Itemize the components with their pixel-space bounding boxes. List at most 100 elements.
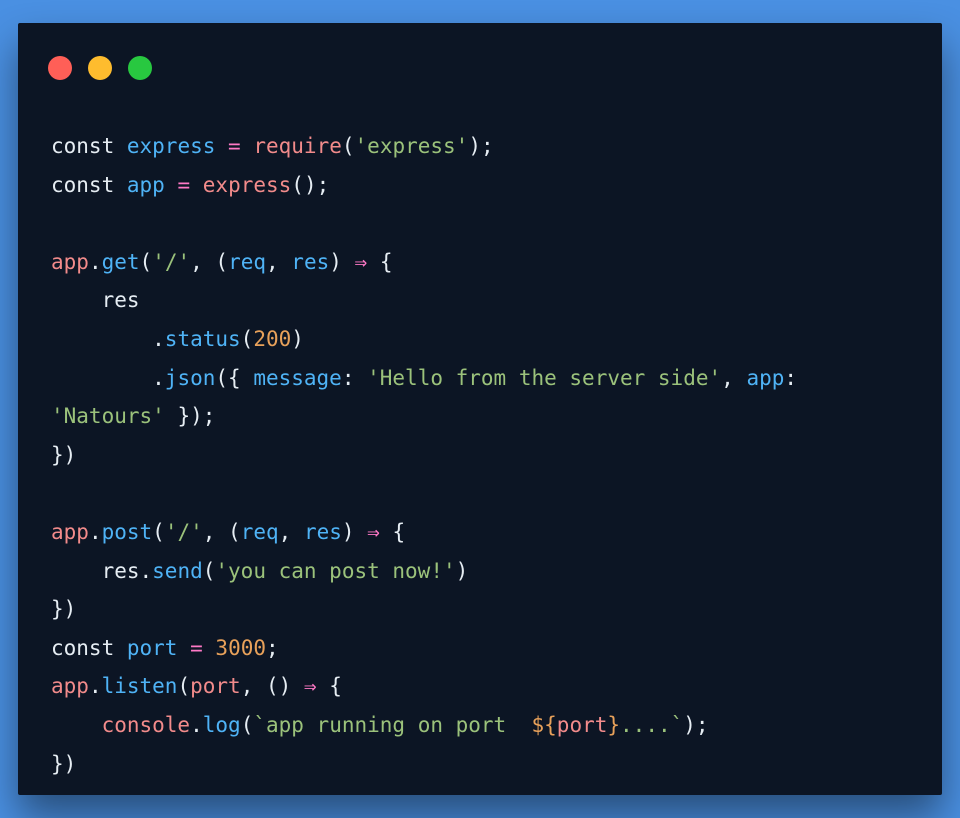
code-token: 200 [253, 326, 292, 351]
code-token: }) [51, 597, 77, 622]
code-token: express [202, 172, 292, 197]
minimize-dot-icon[interactable] [88, 56, 112, 80]
code-token: `app running on port [253, 712, 532, 737]
code-token: get [101, 249, 140, 274]
code-token: req [228, 249, 266, 274]
code-line: console.log(`app running on port ${port}… [51, 706, 797, 745]
code-token: } [607, 712, 621, 737]
code-line: .json({ message: 'Hello from the server … [51, 359, 797, 398]
code-token: app [126, 172, 165, 197]
code-token: ⇒ [367, 519, 380, 544]
code-token: message [253, 365, 342, 390]
code-token: status [164, 326, 241, 351]
code-token: port [556, 712, 608, 737]
code-token: const [51, 134, 115, 158]
code-token: ) [455, 558, 469, 583]
code-token: const [51, 635, 115, 660]
code-line: app.post('/', (req, res) ⇒ { [51, 513, 797, 552]
code-token: ) [341, 519, 368, 544]
code-token: = [177, 172, 191, 197]
code-token: 'express' [354, 134, 469, 158]
window-controls [48, 56, 152, 80]
code-token: ( [202, 558, 216, 583]
code-token: post [101, 519, 153, 544]
code-token: (); [291, 172, 330, 197]
code-token: . [51, 365, 165, 390]
code-token: { [367, 249, 393, 274]
code-token: ${ [531, 712, 557, 737]
code-token: send [152, 558, 203, 583]
code-token: port [126, 635, 178, 660]
code-window: const express = require('express'); const… [18, 23, 942, 795]
code-token: app [51, 674, 89, 699]
code-token: }) [51, 751, 77, 776]
code-token: app [51, 519, 89, 544]
code-token: express [126, 134, 216, 158]
code-token: listen [101, 674, 178, 699]
code-token: }) [51, 442, 77, 467]
code-token: }); [164, 404, 216, 429]
code-line: const app = express(); [51, 166, 797, 205]
code-token: ( [240, 712, 254, 737]
code-token: res [51, 288, 140, 313]
code-token: ( [341, 134, 355, 158]
code-token: . [190, 712, 203, 737]
code-token: ); [683, 712, 709, 737]
code-token: = [228, 134, 241, 158]
code-line: 'Natours' }); [51, 397, 797, 436]
code-token: res. [51, 558, 153, 583]
code-token: require [253, 134, 342, 158]
code-token: ); [468, 134, 494, 158]
code-token: 'you can post now!' [215, 558, 456, 583]
code-token: port [190, 674, 241, 699]
code-token: app [746, 365, 785, 390]
code-line: app.get('/', (req, res) ⇒ { [51, 243, 797, 282]
code-token: log [202, 712, 241, 737]
code-token: 'Hello from the server side' [367, 365, 722, 390]
code-token: ) [329, 249, 355, 274]
code-token: , ( [190, 249, 229, 274]
code-token: json [164, 365, 216, 390]
code-token: = [190, 635, 203, 660]
code-token: { [316, 674, 342, 699]
code-token: ⇒ [354, 249, 368, 274]
code-line: }) [51, 436, 797, 475]
code-token: . [88, 249, 102, 274]
close-dot-icon[interactable] [48, 56, 72, 80]
code-token: , [278, 519, 304, 544]
code-line: }) [51, 590, 797, 629]
code-token: ( [139, 249, 153, 274]
code-token: . [88, 674, 102, 699]
code-token: '/' [164, 519, 203, 544]
code-token: const [51, 172, 115, 197]
code-line: const port = 3000; [51, 629, 797, 668]
code-token: res [303, 519, 342, 544]
code-block: const express = require('express'); const… [51, 127, 797, 783]
code-line: res.send('you can post now!') [51, 552, 797, 591]
code-token: ⇒ [303, 674, 317, 699]
code-token: '/' [152, 249, 191, 274]
code-token: : [341, 365, 368, 390]
code-token: , [266, 249, 292, 274]
code-token: console [101, 712, 191, 737]
code-token: . [51, 326, 165, 351]
code-token: , [721, 365, 747, 390]
code-token: 'Natours' [51, 404, 165, 429]
maximize-dot-icon[interactable] [128, 56, 152, 80]
code-token: , ( [202, 519, 241, 544]
code-token: ) [291, 326, 304, 351]
code-token: ( [152, 519, 165, 544]
code-token: { [379, 519, 406, 544]
code-token: . [88, 519, 102, 544]
